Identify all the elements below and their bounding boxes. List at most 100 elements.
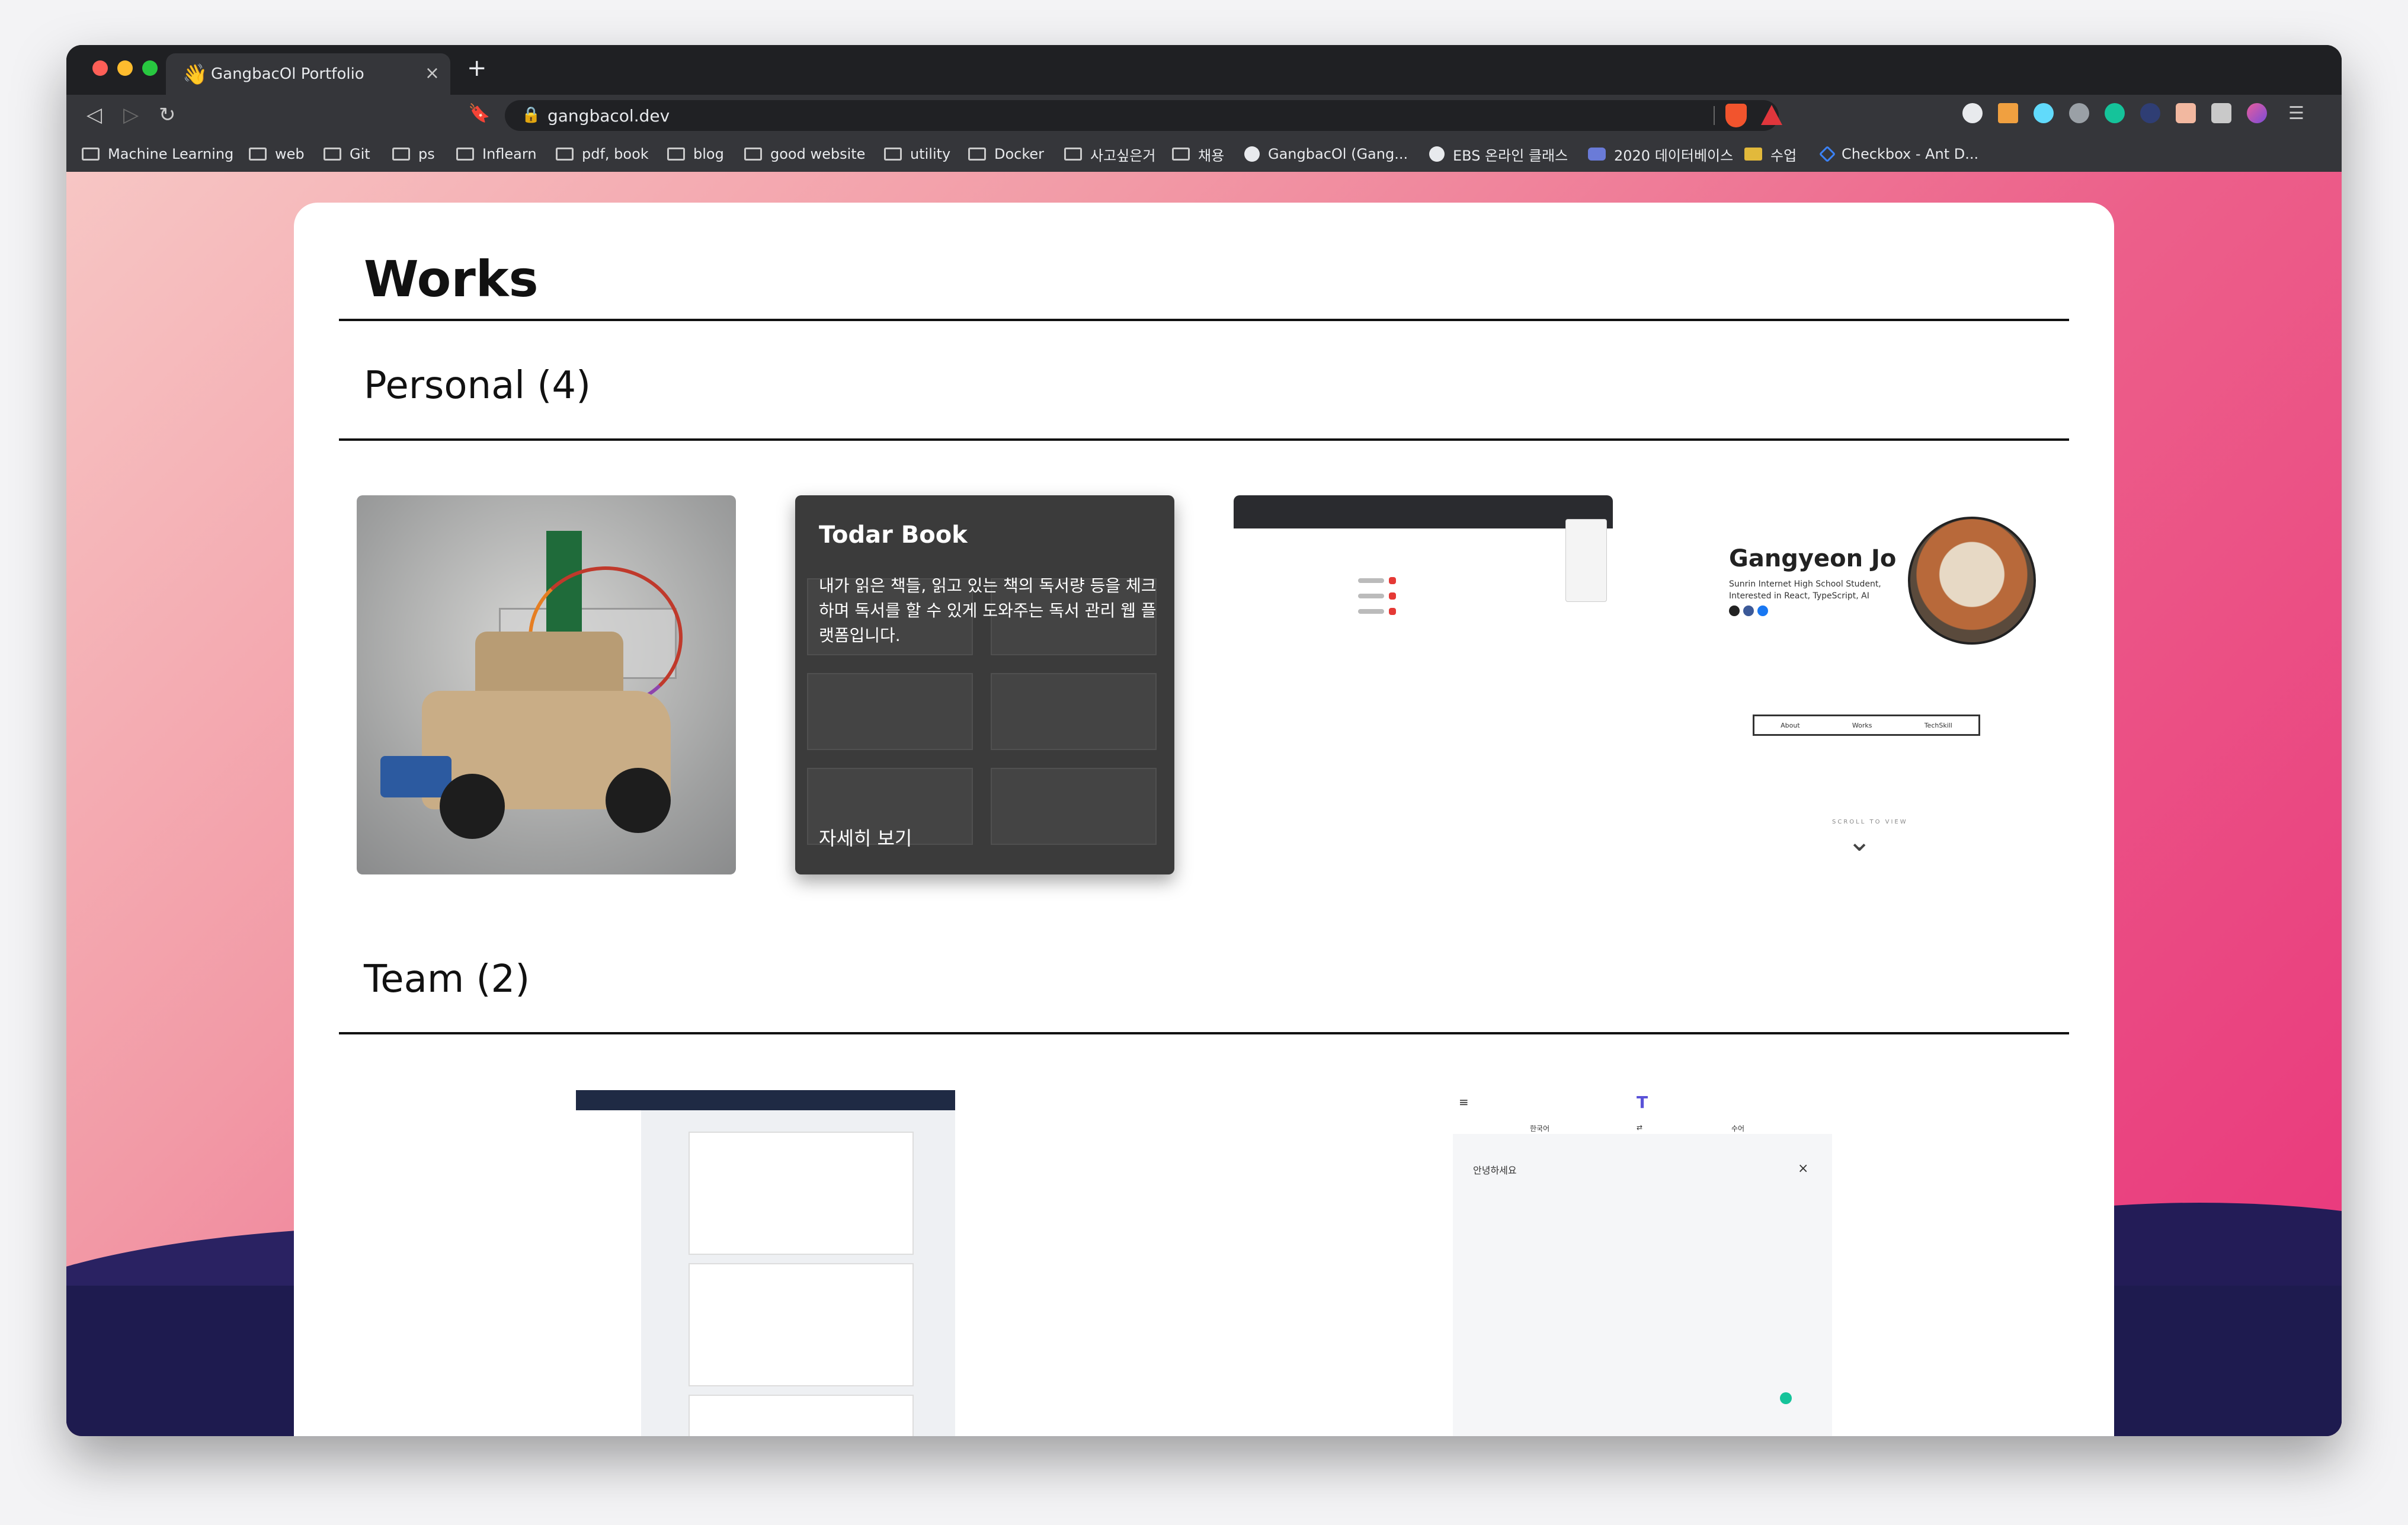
new-tab-button[interactable]: + xyxy=(467,55,487,82)
work-thumbnail-portfolio[interactable]: Gangyeon Jo Sunrin Internet High School … xyxy=(1672,495,2051,874)
bookmark-item[interactable]: web xyxy=(249,143,305,165)
source-language: 한국어 xyxy=(1530,1124,1550,1133)
portfolio-name: Gangyeon Jo xyxy=(1729,545,1897,572)
works-card: Works Personal (4) Todar Book 내가 읽은 책들, … xyxy=(294,203,2114,1436)
chevron-down-icon: ⌄ xyxy=(1847,825,1872,858)
bookmark-item[interactable]: pdf, book xyxy=(556,143,649,165)
bookmark-item[interactable]: 수업 xyxy=(1744,143,1797,165)
url-text[interactable]: gangbacol.dev xyxy=(547,106,670,126)
folder-icon xyxy=(556,148,574,161)
team-heading: Team (2) xyxy=(364,957,530,1001)
dark-mode-extension-icon[interactable] xyxy=(1962,103,1983,123)
address-bar[interactable]: 🔒 gangbacol.dev xyxy=(505,100,1782,131)
bookmark-item[interactable]: EBS 온라인 클래스 xyxy=(1429,143,1568,165)
bookmark-item[interactable]: Checkbox - Ant D... xyxy=(1818,143,1978,165)
back-icon[interactable]: ◁ xyxy=(87,103,102,127)
book-card xyxy=(807,673,973,750)
extension-screenshot xyxy=(1389,592,1396,600)
translator-body xyxy=(1453,1134,1832,1436)
extension-screenshot xyxy=(1358,609,1384,614)
forward-icon[interactable]: ▷ xyxy=(123,103,139,127)
tab-close-button[interactable]: × xyxy=(425,63,440,84)
waving-hand-icon: 👋 xyxy=(182,63,208,86)
bookmark-item[interactable]: blog xyxy=(667,143,724,165)
work-description: 내가 읽은 책들, 읽고 있는 책의 독서량 등을 체크하며 독서를 할 수 있… xyxy=(819,576,1157,645)
close-icon: × xyxy=(1798,1161,1809,1176)
target-language: 수어 xyxy=(1731,1124,1745,1133)
divider xyxy=(339,438,2069,441)
bookmark-item[interactable]: good website xyxy=(744,143,865,165)
bookmark-item[interactable]: Git xyxy=(324,143,370,165)
extension-screenshot xyxy=(1565,519,1607,602)
tab-strip: 👋 GangbacOl Portfolio × + xyxy=(66,45,2342,95)
react-devtools-icon[interactable] xyxy=(2034,103,2054,123)
minimize-window-button[interactable] xyxy=(117,60,133,76)
menu-icon[interactable]: ☰ xyxy=(2288,103,2304,124)
view-more-link[interactable]: 자세히 보기 xyxy=(819,824,912,851)
folder-icon xyxy=(249,148,267,161)
menu-item: Works xyxy=(1852,721,1872,729)
tab-active[interactable]: 👋 GangbacOl Portfolio × xyxy=(166,53,450,95)
personal-heading: Personal (4) xyxy=(364,364,591,408)
bookmark-item[interactable]: Machine Learning xyxy=(82,143,233,165)
bookmark-item[interactable]: 사고싶은거 xyxy=(1064,143,1155,165)
extension-screenshot xyxy=(1389,608,1396,615)
bookmark-item[interactable]: Inflearn xyxy=(456,143,537,165)
swap-icon: ⇄ xyxy=(1637,1123,1643,1132)
pin-extension-icon[interactable] xyxy=(1998,103,2018,123)
page-viewport: Works Personal (4) Todar Book 내가 읽은 책들, … xyxy=(66,172,2342,1436)
menu-item: About xyxy=(1781,721,1800,729)
work-thumbnail-dashboard[interactable] xyxy=(576,1090,955,1436)
github-icon xyxy=(1729,605,1740,616)
globe-icon xyxy=(1429,146,1445,162)
navigation-row: ◁ ▷ ↻ 🔖 🔒 gangbacol.dev ☰ xyxy=(66,95,2342,136)
blog-icon xyxy=(1743,605,1754,616)
work-thumbnail-todar-book[interactable]: Todar Book 내가 읽은 책들, 읽고 있는 책의 독서량 등을 체크하… xyxy=(795,495,1174,874)
divider xyxy=(1714,106,1715,125)
zoom-window-button[interactable] xyxy=(142,60,158,76)
work-thumbnail-translator[interactable]: ≡ T 한국어 ⇄ 수어 안녕하세요 × xyxy=(1453,1090,1832,1436)
avatar-extension-icon[interactable] xyxy=(2176,103,2196,123)
dashboard-screenshot xyxy=(576,1090,955,1110)
extension-icon[interactable] xyxy=(2140,103,2160,123)
folder-icon xyxy=(1064,148,1082,161)
lock-icon: 🔒 xyxy=(521,106,541,124)
translator-input-text: 안녕하세요 xyxy=(1473,1165,1517,1176)
bookmark-icon[interactable]: 🔖 xyxy=(468,103,490,124)
bookmark-item[interactable]: 채용 xyxy=(1172,143,1224,165)
profile-avatar[interactable] xyxy=(2247,103,2267,123)
bookmark-item[interactable]: GangbacOl (Gang... xyxy=(1244,143,1408,165)
bookmark-item[interactable]: Docker xyxy=(968,143,1044,165)
book-card xyxy=(991,673,1157,750)
work-thumbnail-extension[interactable] xyxy=(1234,495,1613,874)
course-icon xyxy=(1588,148,1606,161)
work-thumbnail-robot-car[interactable] xyxy=(357,495,736,874)
book-card xyxy=(991,768,1157,845)
divider xyxy=(339,319,2069,321)
robot-car-image xyxy=(440,774,505,839)
translator-logo-icon: T xyxy=(1637,1093,1648,1112)
extension-screenshot xyxy=(1389,577,1396,584)
bookmark-item[interactable]: utility xyxy=(884,143,950,165)
portfolio-subtitle: Sunrin Internet High School Student, Int… xyxy=(1729,579,1881,601)
avatar xyxy=(1908,517,2036,645)
extension-screenshot xyxy=(1358,594,1384,598)
classroom-icon xyxy=(1744,148,1762,161)
brave-shield-icon[interactable] xyxy=(1725,104,1747,127)
folder-icon xyxy=(1172,148,1190,161)
extension-screenshot xyxy=(1358,578,1384,583)
folder-icon xyxy=(456,148,474,161)
robot-car-image xyxy=(606,768,671,833)
close-window-button[interactable] xyxy=(92,60,108,76)
reload-icon[interactable]: ↻ xyxy=(159,103,176,127)
bookmark-item[interactable]: 2020 데이터베이스 xyxy=(1588,143,1733,165)
brave-rewards-icon[interactable] xyxy=(1761,105,1782,125)
record-extension-icon[interactable] xyxy=(2069,103,2089,123)
puzzle-icon[interactable] xyxy=(2211,103,2231,123)
portfolio-menu: About Works TechSkill xyxy=(1753,715,1980,736)
github-icon xyxy=(1244,146,1260,162)
facebook-icon xyxy=(1757,605,1768,616)
grammarly-icon[interactable] xyxy=(2105,103,2125,123)
bookmark-item[interactable]: ps xyxy=(392,143,435,165)
folder-icon xyxy=(667,148,685,161)
